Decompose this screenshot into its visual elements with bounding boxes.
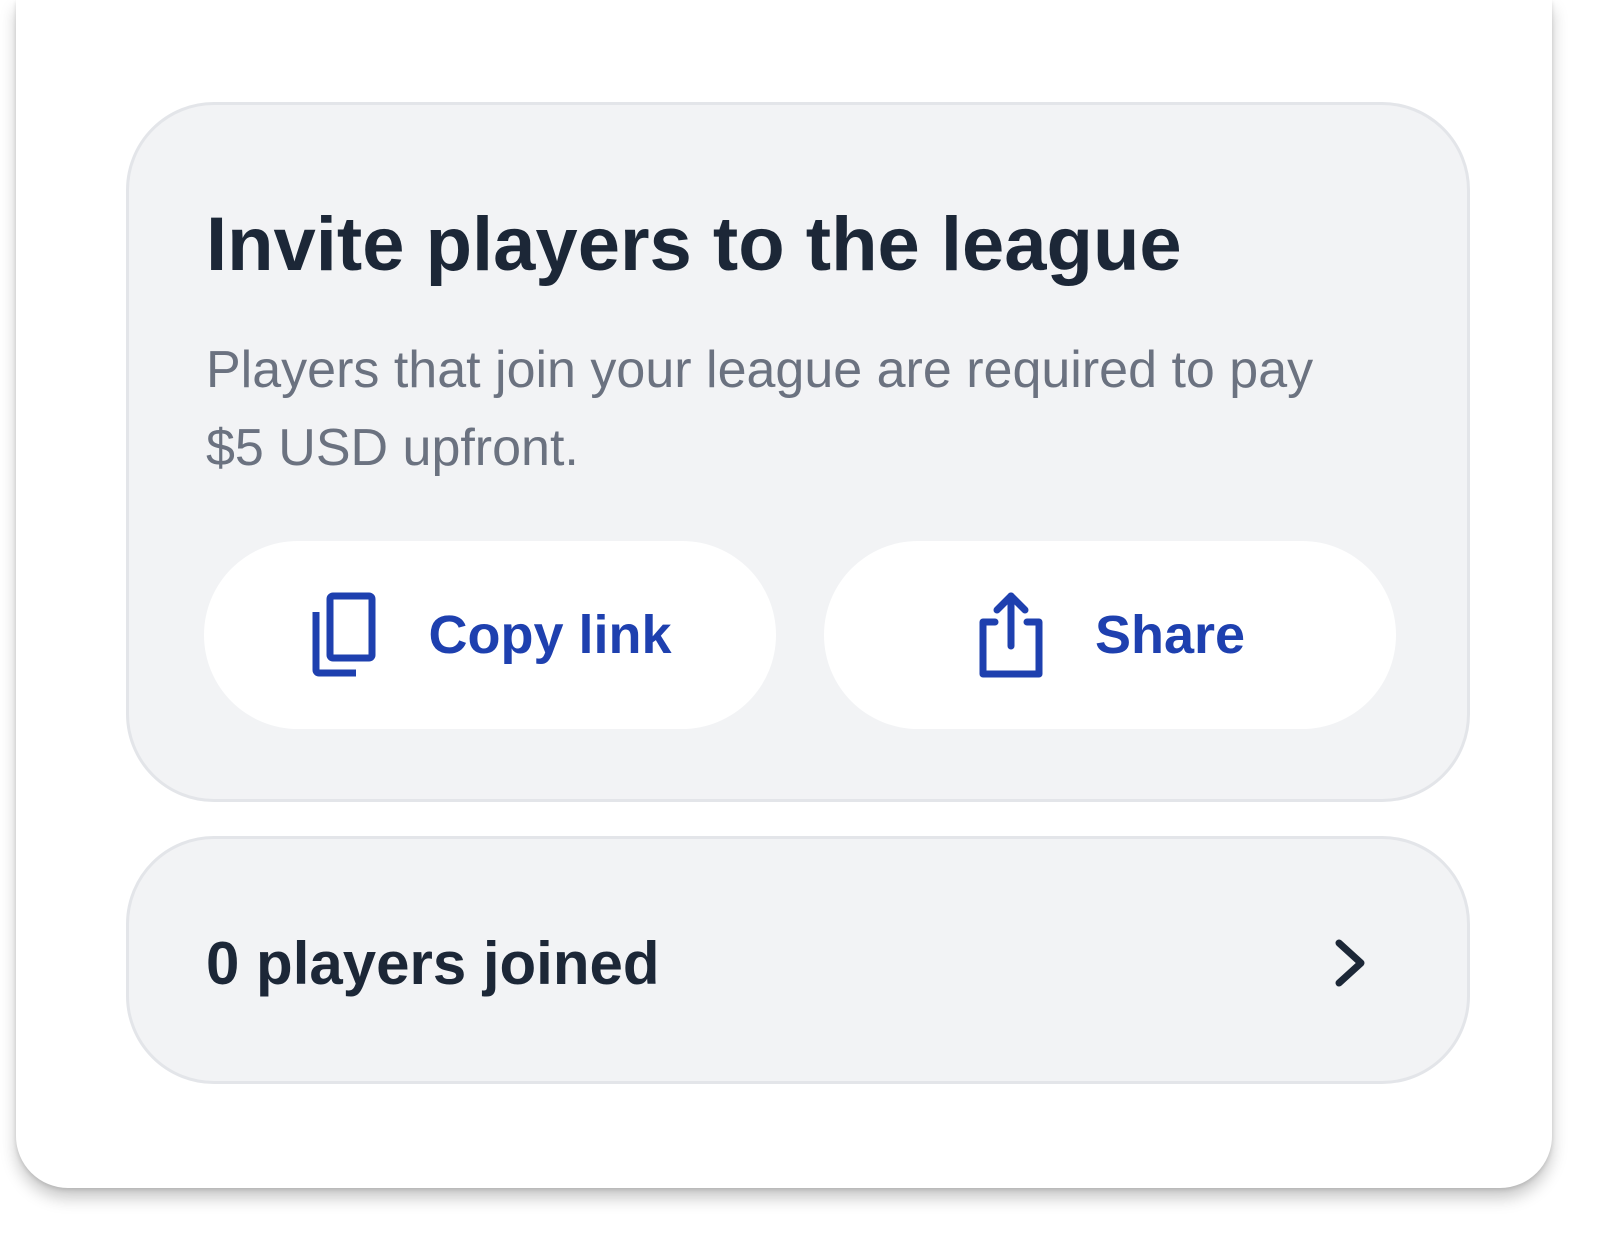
share-label: Share	[1094, 605, 1246, 665]
copy-link-button[interactable]: Copy link	[204, 541, 776, 729]
invite-card: Invite players to the league Players tha…	[16, 0, 1552, 1188]
players-joined-label: 0 players joined	[206, 930, 660, 997]
share-icon	[975, 590, 1047, 680]
share-button[interactable]: Share	[824, 541, 1396, 729]
chevron-right-icon	[1327, 937, 1371, 989]
players-joined-row[interactable]: 0 players joined	[126, 836, 1470, 1084]
invite-description: Players that join your league are requir…	[206, 341, 1314, 477]
invite-panel: Invite players to the league Players tha…	[126, 102, 1470, 802]
copy-icon	[308, 590, 380, 680]
copy-link-label: Copy link	[428, 605, 672, 665]
invite-title: Invite players to the league	[206, 202, 1182, 287]
